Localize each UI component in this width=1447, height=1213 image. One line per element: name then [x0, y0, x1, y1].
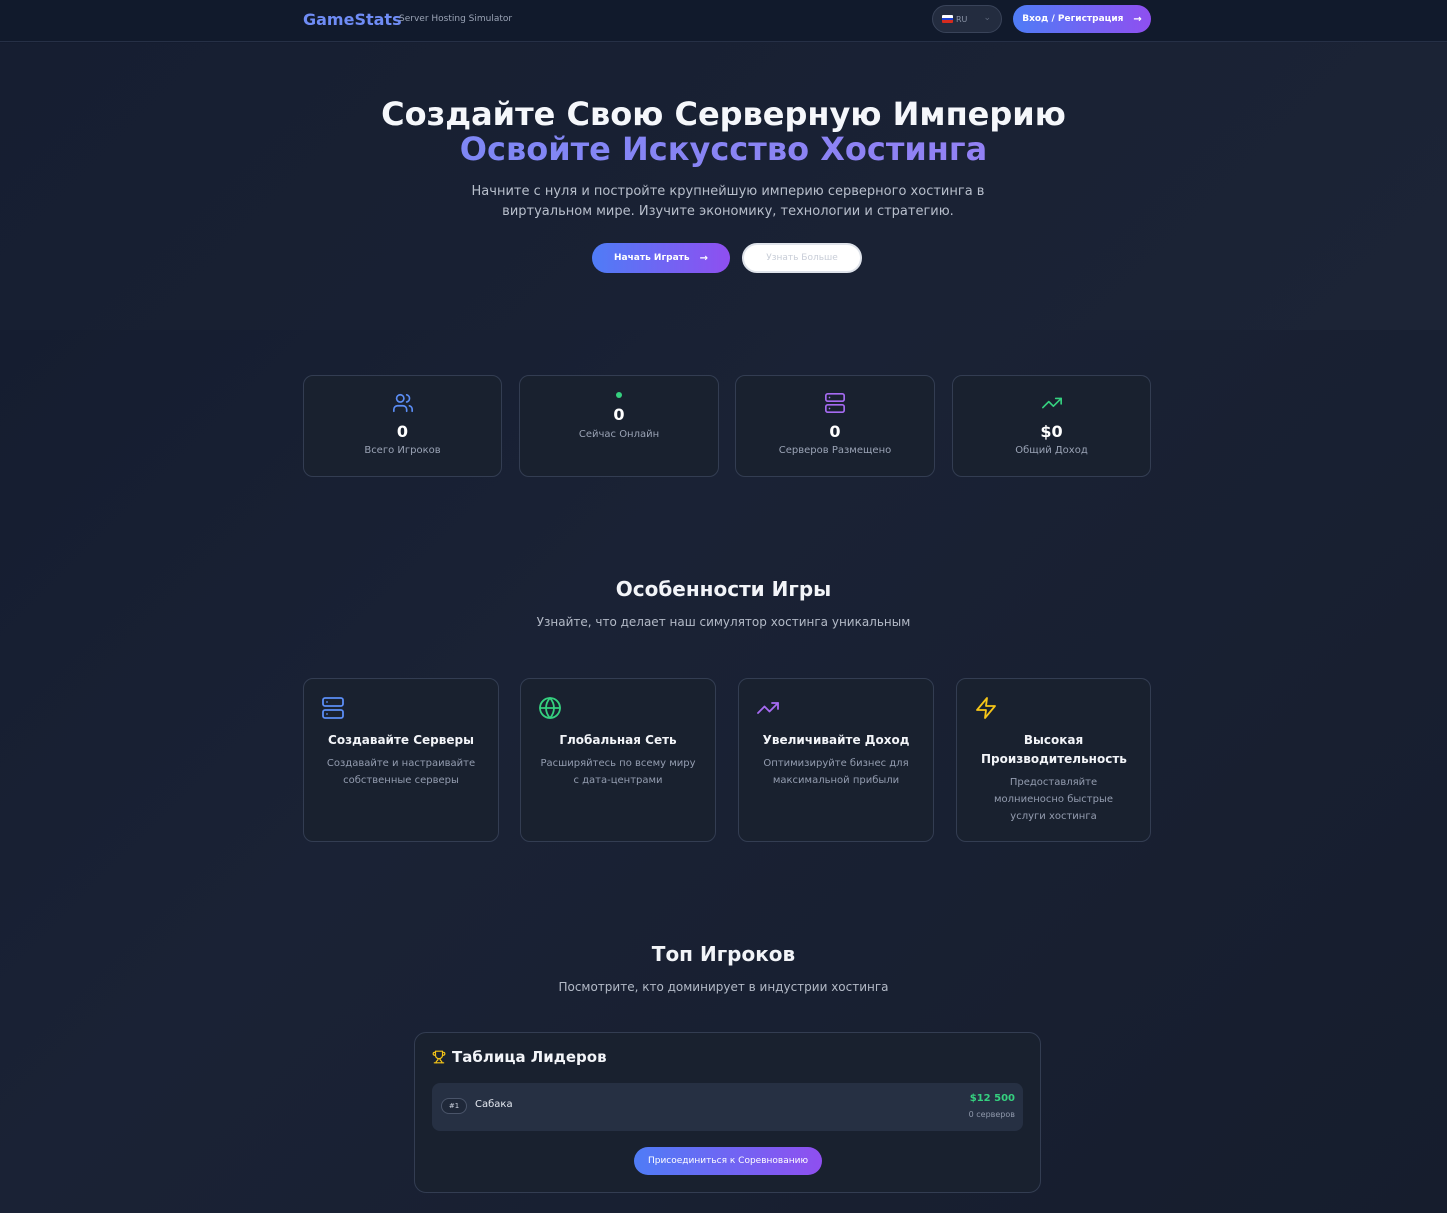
top-navbar: GameStats Server Hosting Simulator RU ⌄ … — [0, 0, 1447, 42]
stat-label: Серверов Размещено — [778, 445, 892, 456]
server-icon — [736, 392, 934, 414]
stat-card-total-players: 0 Всего Игроков — [303, 375, 502, 477]
start-playing-button[interactable]: Начать Играть → — [592, 243, 730, 273]
stat-card-total-revenue: $0 Общий Доход — [952, 375, 1151, 477]
stat-label: Сейчас Онлайн — [578, 429, 660, 440]
stat-label: Всего Игроков — [364, 445, 441, 456]
leaderboard-card: Таблица Лидеров #1 Сабака $12 500 0 серв… — [414, 1032, 1041, 1193]
chevron-down-icon: ⌄ — [983, 13, 991, 23]
russia-flag-icon — [942, 15, 953, 23]
top-players-subtitle: Посмотрите, кто доминирует в индустрии х… — [558, 980, 889, 994]
feature-card-global-network: Глобальная Сеть Расширяйтесь по всему ми… — [520, 678, 716, 842]
feature-title: Высокая Производительность — [981, 733, 1127, 766]
leaderboard-title: Таблица Лидеров — [452, 1048, 607, 1066]
feature-card-high-performance: Высокая Производительность Предоставляйт… — [956, 678, 1151, 842]
learn-more-button[interactable]: Узнать Больше — [742, 243, 862, 273]
hero-title: Создайте Свою Серверную Империю — [381, 95, 1066, 133]
lightning-icon — [976, 697, 996, 719]
player-server-count: 0 серверов — [968, 1110, 1015, 1119]
feature-card-create-servers: Создавайте Серверы Создавайте и настраив… — [303, 678, 499, 842]
server-icon — [322, 697, 344, 719]
feature-title: Глобальная Сеть — [559, 733, 677, 747]
stat-label: Общий Доход — [1015, 445, 1088, 456]
brand-logo[interactable]: GameStats — [303, 10, 402, 29]
arrow-right-icon: → — [699, 252, 708, 264]
hero-title-gradient: Освойте Искусство Хостинга — [0, 131, 1447, 167]
feature-description: Создавайте и настраивайте собственные се… — [326, 758, 476, 786]
globe-icon — [539, 697, 561, 719]
leaderboard-header: Таблица Лидеров — [432, 1048, 607, 1066]
trending-up-icon — [757, 702, 779, 714]
feature-description: Предоставляйте молниеносно быстрые услуг… — [993, 777, 1113, 822]
stat-card-online-now: 0 Сейчас Онлайн — [519, 375, 719, 477]
player-revenue: $12 500 — [969, 1093, 1015, 1104]
stat-value: 0 — [613, 405, 625, 424]
stat-value: 0 — [396, 422, 409, 441]
leaderboard-row[interactable]: #1 Сабака $12 500 0 серверов — [432, 1083, 1023, 1131]
online-status-dot — [616, 392, 622, 398]
login-register-label: Вход / Регистрация — [1022, 14, 1124, 24]
learn-more-label: Узнать Больше — [766, 253, 838, 263]
language-code: RU — [956, 14, 968, 24]
feature-card-increase-revenue: Увеличивайте Доход Оптимизируйте бизнес … — [738, 678, 934, 842]
trending-up-icon — [953, 392, 1150, 414]
features-title: Особенности Игры — [615, 577, 832, 601]
player-name: Сабака — [475, 1099, 513, 1110]
feature-title: Увеличивайте Доход — [762, 733, 910, 747]
rank-badge: #1 — [441, 1098, 467, 1114]
join-competition-label: Присоединиться к Соревнованию — [647, 1156, 809, 1166]
users-icon — [304, 392, 501, 414]
start-playing-label: Начать Играть — [614, 253, 690, 263]
arrow-right-icon: → — [1133, 13, 1142, 25]
trophy-icon — [432, 1050, 446, 1064]
top-players-title: Топ Игроков — [651, 942, 796, 966]
feature-title: Создавайте Серверы — [328, 733, 474, 747]
hero-description: Начните с нуля и постройте крупнейшую им… — [471, 184, 985, 219]
login-register-button[interactable]: Вход / Регистрация → — [1013, 5, 1151, 33]
feature-description: Оптимизируйте бизнес для максимальной пр… — [763, 758, 909, 786]
feature-description: Расширяйтесь по всему миру с дата-центра… — [540, 758, 696, 786]
join-competition-button[interactable]: Присоединиться к Соревнованию — [634, 1147, 822, 1175]
brand-subtitle: Server Hosting Simulator — [399, 14, 513, 24]
language-selector[interactable]: RU ⌄ — [932, 5, 1002, 33]
stat-value: 0 — [829, 422, 841, 441]
stat-card-servers-hosted: 0 Серверов Размещено — [735, 375, 935, 477]
features-subtitle: Узнайте, что делает наш симулятор хостин… — [536, 615, 911, 629]
stat-value: $0 — [1040, 422, 1063, 441]
